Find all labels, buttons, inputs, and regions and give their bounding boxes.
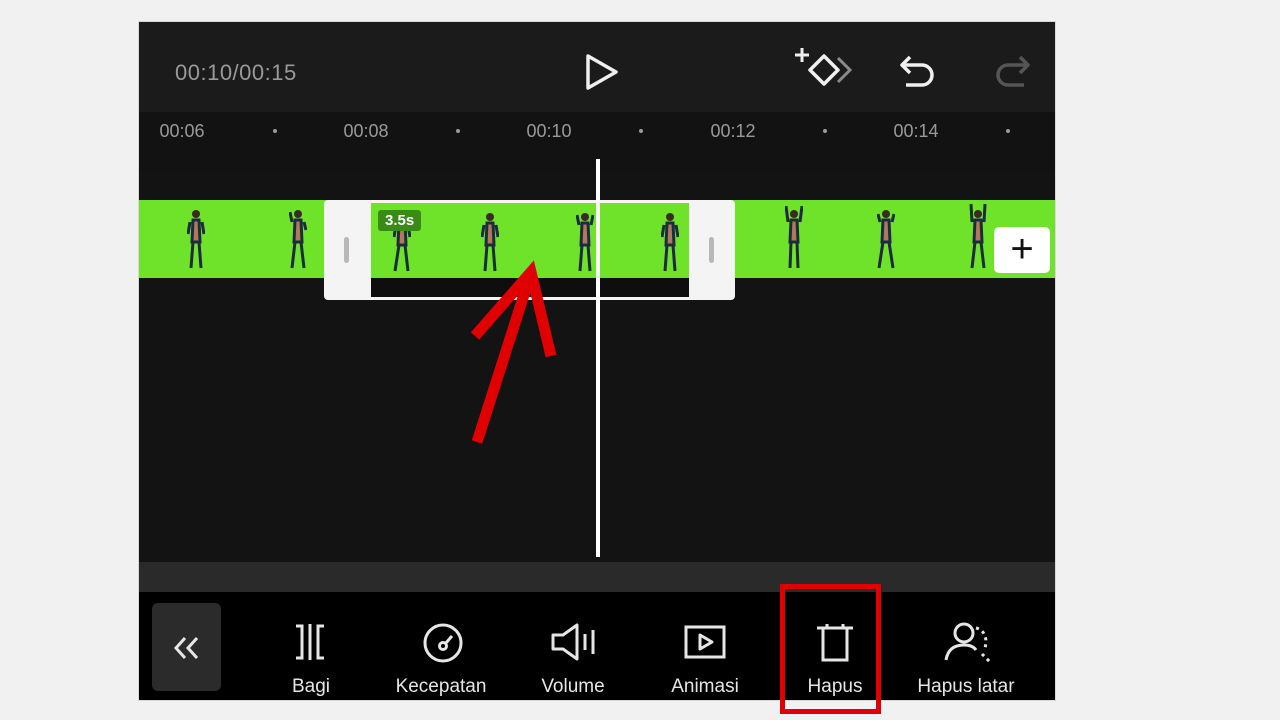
- dancer-thumbnail: [187, 210, 205, 269]
- dancer-thumbnail: [661, 213, 679, 272]
- trim-handle-left[interactable]: [344, 237, 349, 263]
- toolbar-label-kecepatan[interactable]: Kecepatan: [396, 676, 487, 698]
- collapse-toolbar-button[interactable]: [152, 603, 221, 691]
- ruler-tick: 00:06: [159, 121, 205, 141]
- double-chevron-left-icon: [173, 636, 199, 660]
- red-arrow-annotation: [470, 260, 557, 444]
- video-editor: 00:10/00:15 00:06 00:08 00:10 00:12 00:1…: [139, 22, 1055, 700]
- ruler-tick: 00:12: [710, 121, 756, 141]
- dancer-thumbnail: [969, 203, 987, 269]
- play-icon[interactable]: [582, 52, 622, 92]
- ruler-tick: 00:10: [526, 121, 572, 141]
- playhead[interactable]: [596, 159, 600, 557]
- ruler-dot: [823, 129, 827, 133]
- clip-duration-badge: 3.5s: [378, 210, 422, 231]
- add-keyframe-icon[interactable]: [794, 46, 854, 94]
- timecode: 00:10/00:15: [175, 60, 297, 85]
- trim-handle-right[interactable]: [709, 237, 714, 263]
- dancer-thumbnail: [785, 205, 803, 269]
- volume-icon[interactable]: [549, 622, 601, 662]
- split-icon[interactable]: [292, 622, 328, 662]
- ruler-dot: [456, 129, 460, 133]
- toolbar-label-hapus-latar[interactable]: Hapus latar: [917, 676, 1014, 698]
- timeline-footer: [139, 562, 1055, 592]
- ruler-tick: 00:14: [893, 121, 939, 141]
- toolbar-label-volume[interactable]: Volume: [541, 676, 604, 698]
- toolbar-label-animasi[interactable]: Animasi: [671, 676, 739, 698]
- remove-background-icon[interactable]: [942, 620, 996, 664]
- toolbar-label-bagi[interactable]: Bagi: [292, 676, 330, 698]
- top-bar: 00:10/00:15: [139, 22, 1055, 112]
- ruler-dot: [639, 129, 643, 133]
- dancer-thumbnail: [576, 213, 594, 272]
- highlight-box-annotation: [780, 584, 881, 714]
- animation-icon[interactable]: [683, 624, 727, 660]
- undo-icon[interactable]: [898, 52, 938, 92]
- ruler-tick: 00:08: [343, 121, 389, 141]
- dancer-thumbnail: [289, 210, 307, 269]
- redo-icon[interactable]: [992, 52, 1032, 92]
- ruler-dot: [1006, 129, 1010, 133]
- ruler-dot: [273, 129, 277, 133]
- dancer-thumbnail: [877, 210, 895, 269]
- speed-icon[interactable]: [421, 622, 465, 664]
- add-clip-button[interactable]: +: [994, 227, 1050, 273]
